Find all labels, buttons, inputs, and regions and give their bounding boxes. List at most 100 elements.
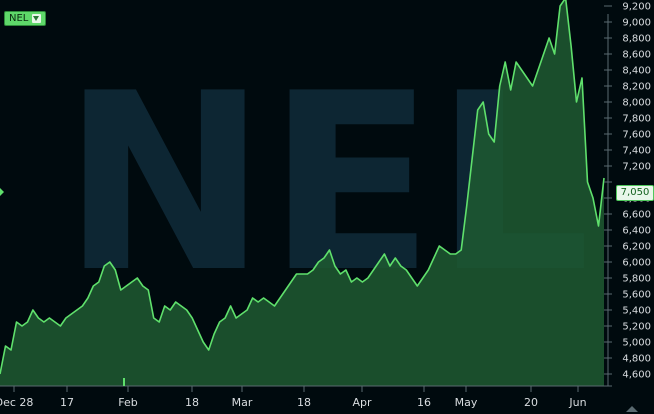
data-point xyxy=(21,325,23,327)
data-point xyxy=(296,273,298,275)
y-tick-label: 7,800 xyxy=(622,114,651,125)
data-point xyxy=(395,257,397,259)
data-point xyxy=(411,277,413,279)
data-point xyxy=(186,309,188,311)
data-point xyxy=(460,249,462,251)
data-point xyxy=(241,313,243,315)
data-point xyxy=(235,317,237,319)
y-tick-label: 8,000 xyxy=(622,98,651,109)
data-point xyxy=(76,309,78,311)
data-point xyxy=(526,77,528,79)
data-point xyxy=(197,329,199,331)
data-point xyxy=(202,341,204,343)
data-point xyxy=(433,257,435,259)
data-point xyxy=(587,181,589,183)
data-point xyxy=(16,321,18,323)
x-tick-label: Mar xyxy=(232,396,253,409)
y-tick-label: 5,000 xyxy=(622,338,651,349)
data-point xyxy=(439,245,441,247)
chart-canvas: NEL 4,600 4,800 5,000 5,200 5,400 5,600 5,800 6… xyxy=(0,0,651,412)
data-point xyxy=(499,85,501,87)
y-tick-label: 8,800 xyxy=(622,34,651,45)
data-point xyxy=(340,273,342,275)
data-point xyxy=(373,269,375,271)
data-point xyxy=(592,197,594,199)
data-point xyxy=(219,321,221,323)
y-tick-label: 8,400 xyxy=(622,66,651,77)
data-point xyxy=(38,317,40,319)
data-point xyxy=(493,141,495,143)
data-point xyxy=(329,249,331,251)
data-point xyxy=(471,157,473,159)
y-tick-label: 4,600 xyxy=(622,370,651,381)
data-point xyxy=(224,317,226,319)
x-tick-label: 20 xyxy=(524,396,538,409)
data-point xyxy=(191,317,193,319)
x-tick-label: 17 xyxy=(60,396,74,409)
data-point xyxy=(120,289,122,291)
data-point xyxy=(301,273,303,275)
data-point xyxy=(367,277,369,279)
data-point xyxy=(126,285,128,287)
data-point xyxy=(98,281,100,283)
y-tick-label: 4,800 xyxy=(622,354,651,365)
y-tick-label: 5,800 xyxy=(622,274,651,285)
x-tick-label: Jun xyxy=(568,396,586,409)
data-point xyxy=(87,297,89,299)
y-tick-label: 7,200 xyxy=(622,162,651,173)
data-point xyxy=(428,269,430,271)
data-point xyxy=(389,265,391,267)
data-point xyxy=(252,297,254,299)
data-point xyxy=(285,289,287,291)
data-point xyxy=(351,281,353,283)
data-point xyxy=(279,297,281,299)
x-tick-label: 18 xyxy=(185,396,199,409)
y-tick-label: 6,400 xyxy=(622,226,651,237)
data-point xyxy=(455,253,457,255)
data-point xyxy=(466,205,468,207)
data-point xyxy=(450,253,452,255)
scroll-pointer xyxy=(626,406,638,412)
data-point xyxy=(60,325,62,327)
data-point xyxy=(65,317,67,319)
data-point xyxy=(104,265,106,267)
data-point xyxy=(384,253,386,255)
data-point xyxy=(576,101,578,103)
chevron-down-icon[interactable] xyxy=(32,14,42,23)
ticker-badge-label: NEL xyxy=(9,13,29,24)
data-point xyxy=(257,301,259,303)
y-tick-label: 9,200 xyxy=(622,2,651,13)
data-point xyxy=(115,269,117,271)
x-tick-label: 16 xyxy=(417,396,431,409)
data-point xyxy=(54,321,56,323)
y-tick-label: 5,600 xyxy=(622,290,651,301)
data-point xyxy=(603,177,605,179)
data-point xyxy=(477,109,479,111)
y-tick-label: 8,200 xyxy=(622,82,651,93)
data-point xyxy=(180,305,182,307)
data-point xyxy=(142,285,144,287)
data-point xyxy=(318,261,320,263)
x-tick-label: Feb xyxy=(118,396,137,409)
y-tick-label: 5,400 xyxy=(622,306,651,317)
data-point xyxy=(148,289,150,291)
data-point xyxy=(504,61,506,63)
data-point xyxy=(27,321,29,323)
y-tick-label: 7,400 xyxy=(622,146,651,157)
data-point xyxy=(49,317,51,319)
data-point xyxy=(406,269,408,271)
data-point xyxy=(543,53,545,55)
data-point xyxy=(268,301,270,303)
data-point xyxy=(510,89,512,91)
data-point xyxy=(158,321,160,323)
data-point xyxy=(164,305,166,307)
data-point xyxy=(274,305,276,307)
ticker-badge[interactable]: NEL xyxy=(4,11,47,26)
data-point xyxy=(230,305,232,307)
data-point xyxy=(482,101,484,103)
data-point xyxy=(532,85,534,87)
data-point xyxy=(10,349,12,351)
y-tick-label: 9,000 xyxy=(622,18,651,29)
data-point xyxy=(131,281,133,283)
data-point xyxy=(43,321,45,323)
